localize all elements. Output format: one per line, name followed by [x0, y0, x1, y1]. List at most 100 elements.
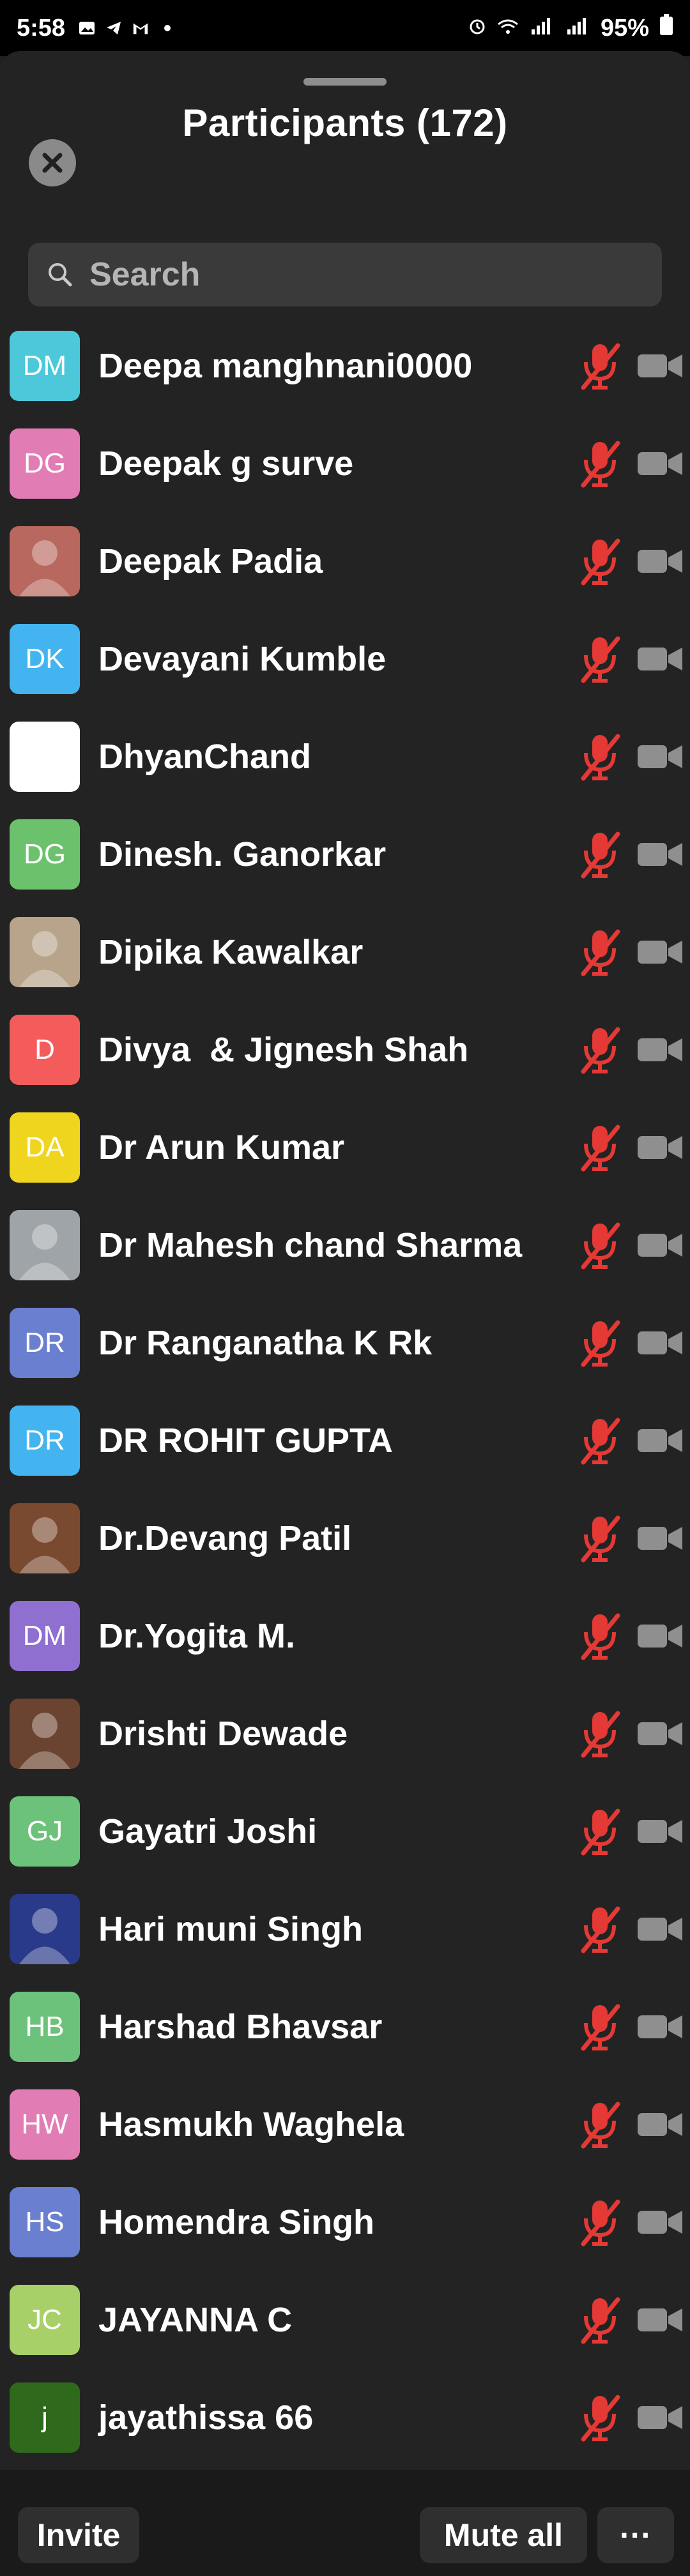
mic-muted-icon[interactable]: [578, 829, 623, 880]
mic-muted-icon[interactable]: [578, 731, 623, 782]
video-off-icon[interactable]: [636, 1324, 684, 1362]
mic-muted-icon[interactable]: [578, 536, 623, 587]
video-off-icon[interactable]: [636, 1128, 684, 1167]
participant-name: jayathissa 66: [98, 2398, 314, 2437]
close-icon: [42, 153, 63, 173]
mic-muted-icon[interactable]: [578, 633, 623, 685]
avatar-initials: DM: [10, 330, 80, 401]
video-off-icon[interactable]: [636, 2398, 684, 2437]
participant-row[interactable]: DG Deepak g surve: [0, 414, 690, 512]
user-photo-icon: [19, 1224, 70, 1280]
mic-muted-icon[interactable]: [578, 1317, 623, 1368]
mic-muted-icon[interactable]: [578, 1415, 623, 1466]
avatar-initials: DA: [10, 1112, 80, 1183]
participant-row[interactable]: DM Deepa manghnani0000: [0, 317, 690, 414]
video-off-icon[interactable]: [636, 640, 684, 678]
participant-row[interactable]: D Divya & Jignesh Shah: [0, 1001, 690, 1098]
participant-row[interactable]: DR DR ROHIT GUPTA: [0, 1391, 690, 1489]
wifi-icon: [497, 15, 519, 42]
avatar-initials: HS: [10, 2186, 80, 2257]
participant-row[interactable]: DhyanChand: [0, 708, 690, 805]
sheet-drag-handle[interactable]: [303, 78, 387, 86]
video-off-icon[interactable]: [636, 933, 684, 971]
signal-icon: [529, 15, 555, 42]
search-icon: [46, 261, 84, 289]
video-off-icon[interactable]: [636, 444, 684, 483]
participant-name: Dr Mahesh chand Sharma: [98, 1225, 523, 1264]
dot-icon: [158, 19, 176, 37]
battery-level: 95%: [600, 14, 649, 42]
video-off-icon[interactable]: [636, 542, 684, 580]
video-off-icon[interactable]: [636, 738, 684, 776]
video-off-icon[interactable]: [636, 1812, 684, 1851]
avatar-initials: DM: [10, 1600, 80, 1671]
video-off-icon[interactable]: [636, 347, 684, 385]
video-off-icon[interactable]: [636, 1519, 684, 1557]
participant-row[interactable]: j jayathissa 66: [0, 2368, 690, 2466]
search-bar[interactable]: [28, 243, 662, 307]
participant-row[interactable]: GJ Gayatri Joshi: [0, 1782, 690, 1880]
avatar-photo: [10, 1893, 80, 1964]
participant-row[interactable]: DG Dinesh. Ganorkar: [0, 805, 690, 903]
mic-muted-icon[interactable]: [578, 1806, 623, 1857]
participant-row[interactable]: Dr.Devang Patil: [0, 1489, 690, 1587]
participant-name: Dipika Kawalkar: [98, 932, 364, 971]
participant-row[interactable]: Dr Mahesh chand Sharma: [0, 1196, 690, 1294]
close-button[interactable]: [29, 139, 76, 186]
mic-muted-icon[interactable]: [578, 927, 623, 978]
mic-muted-icon[interactable]: [578, 1708, 623, 1759]
bottom-action-bar: Invite Mute all ···: [0, 2470, 690, 2576]
video-off-icon[interactable]: [636, 2008, 684, 2046]
mic-muted-icon[interactable]: [578, 1122, 623, 1173]
mic-muted-icon[interactable]: [578, 2294, 623, 2345]
more-options-button[interactable]: ···: [597, 2507, 674, 2563]
participant-row[interactable]: Hari muni Singh: [0, 1880, 690, 1978]
mic-muted-icon[interactable]: [578, 1513, 623, 1564]
participant-row[interactable]: Deepak Padia: [0, 512, 690, 610]
mic-muted-icon[interactable]: [578, 2197, 623, 2248]
alarm-icon: [468, 15, 487, 42]
mic-muted-icon[interactable]: [578, 1610, 623, 1662]
invite-button[interactable]: Invite: [18, 2507, 139, 2563]
participant-row[interactable]: HB Harshad Bhavsar: [0, 1978, 690, 2075]
participant-row[interactable]: DK Devayani Kumble: [0, 610, 690, 708]
video-off-icon[interactable]: [636, 1031, 684, 1069]
avatar-photo: [10, 1209, 80, 1280]
participant-name: Devayani Kumble: [98, 639, 387, 678]
avatar-photo: [10, 1503, 80, 1573]
video-off-icon[interactable]: [636, 1617, 684, 1655]
video-off-icon[interactable]: [636, 835, 684, 874]
mic-muted-icon[interactable]: [578, 1904, 623, 1955]
mic-muted-icon[interactable]: [578, 2001, 623, 2052]
mute-all-button[interactable]: Mute all: [420, 2507, 587, 2563]
participant-name: JAYANNA C: [98, 2300, 293, 2339]
mic-muted-icon[interactable]: [578, 1220, 623, 1271]
participant-name: Deepak g surve: [98, 444, 354, 483]
mic-muted-icon[interactable]: [578, 2099, 623, 2150]
participant-row[interactable]: Dipika Kawalkar: [0, 903, 690, 1001]
participant-row[interactable]: DA Dr Arun Kumar: [0, 1098, 690, 1196]
participant-row[interactable]: HS Homendra Singh: [0, 2173, 690, 2271]
video-off-icon[interactable]: [636, 2301, 684, 2339]
video-off-icon[interactable]: [636, 1910, 684, 1948]
participant-row[interactable]: Drishti Dewade: [0, 1685, 690, 1782]
gallery-icon: [78, 19, 96, 37]
participant-name: Deepa manghnani0000: [98, 346, 473, 385]
participant-row[interactable]: DM Dr.Yogita M.: [0, 1587, 690, 1685]
page-title: Participants (172): [182, 102, 508, 144]
participant-row[interactable]: JC JAYANNA C: [0, 2271, 690, 2368]
video-off-icon[interactable]: [636, 2203, 684, 2241]
participant-row[interactable]: HW Hasmukh Waghela: [0, 2075, 690, 2173]
user-photo-icon: [19, 1712, 70, 1769]
participant-row[interactable]: DR Dr Ranganatha K Rk: [0, 1294, 690, 1391]
video-off-icon[interactable]: [636, 1226, 684, 1264]
mic-muted-icon[interactable]: [578, 438, 623, 489]
mic-muted-icon[interactable]: [578, 2392, 623, 2443]
video-off-icon[interactable]: [636, 2105, 684, 2144]
signal-icon-2: [565, 15, 590, 42]
mic-muted-icon[interactable]: [578, 1024, 623, 1075]
search-input[interactable]: [88, 255, 640, 294]
video-off-icon[interactable]: [636, 1715, 684, 1753]
mic-muted-icon[interactable]: [578, 340, 623, 391]
video-off-icon[interactable]: [636, 1421, 684, 1460]
